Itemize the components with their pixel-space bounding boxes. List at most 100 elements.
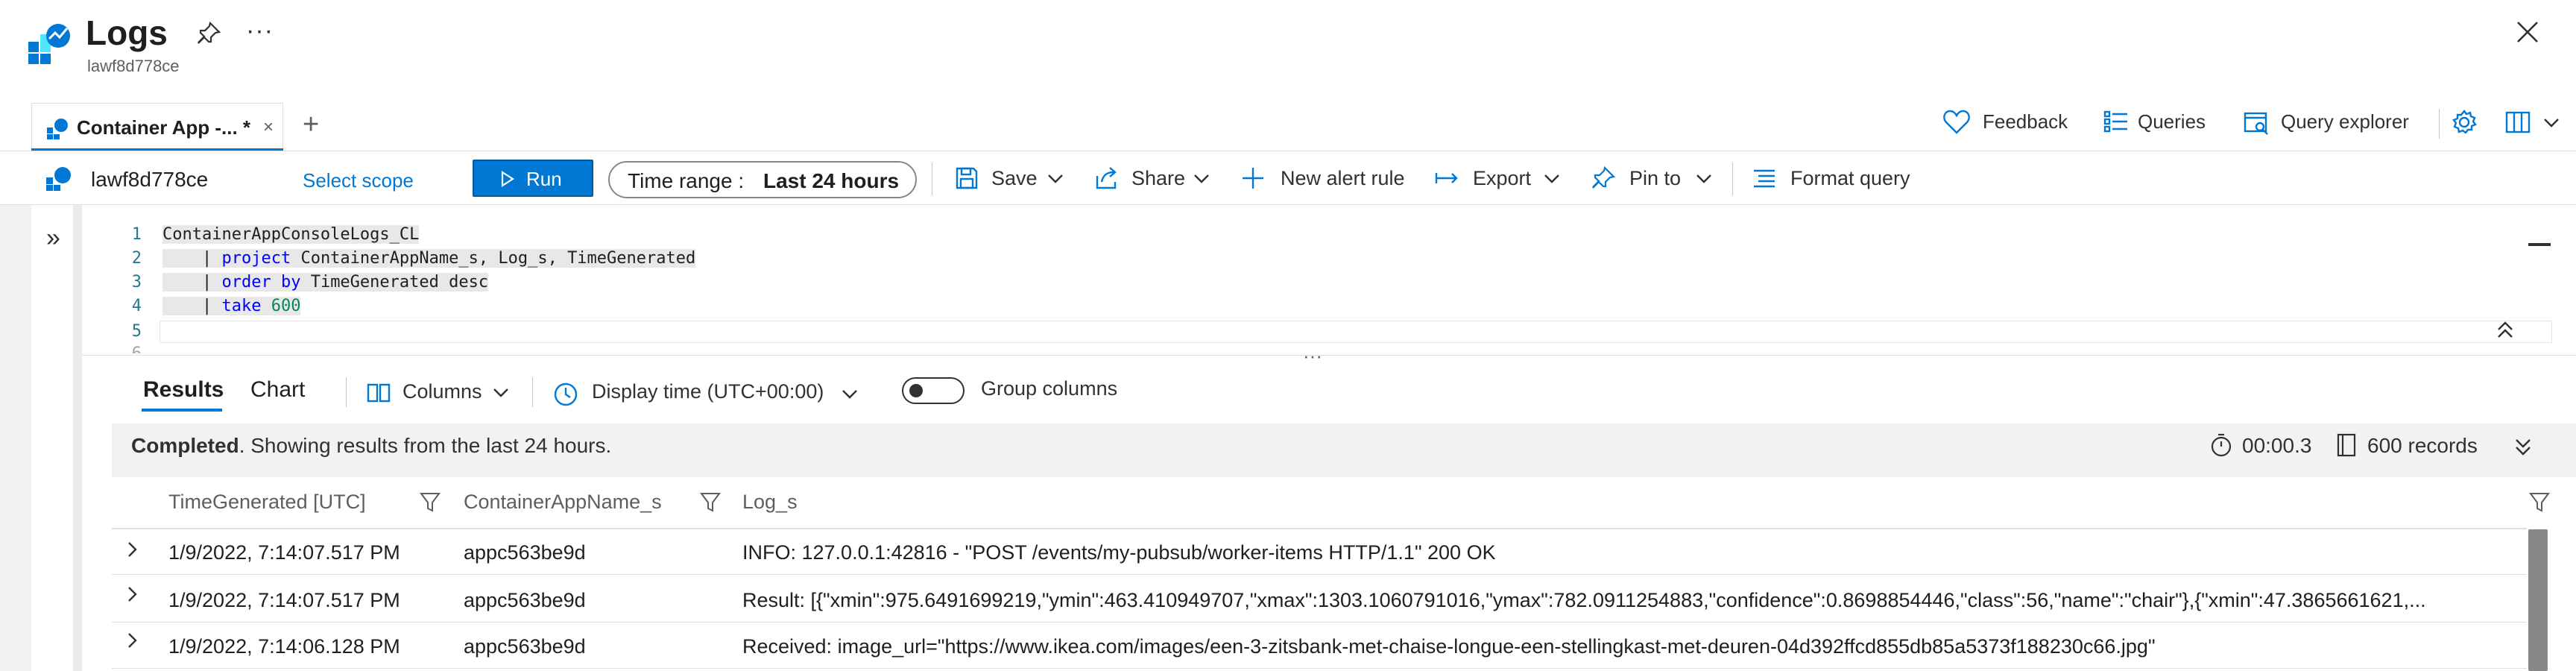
group-columns-toggle[interactable] — [902, 377, 965, 404]
book-icon[interactable] — [2504, 109, 2531, 136]
display-time-button[interactable]: Display time (UTC+00:00) — [592, 380, 824, 403]
workspace-subtitle: lawf8d778ce — [87, 57, 180, 75]
pin-icon — [1591, 166, 1616, 191]
save-button[interactable]: Save — [991, 167, 1038, 190]
workspace-icon — [46, 166, 72, 191]
run-button[interactable]: Run — [473, 160, 593, 197]
toggle-knob — [909, 384, 923, 397]
left-nav-strip — [0, 205, 31, 671]
row-divider — [112, 668, 2527, 669]
more-options-icon[interactable]: ··· — [246, 16, 274, 45]
table-cell-time: 1/9/2022, 7:14:06.128 PM — [168, 635, 400, 658]
stopwatch-icon — [2209, 432, 2233, 458]
table-cell-time: 1/9/2022, 7:14:07.517 PM — [168, 589, 400, 611]
kql-keyword: take — [221, 297, 262, 315]
query-duration: 00:00.3 — [2242, 434, 2312, 457]
editor-divider — [82, 355, 2576, 356]
row-expand-icon[interactable] — [125, 631, 140, 655]
expand-pane-icon[interactable]: » — [46, 224, 60, 253]
pin-to-button[interactable]: Pin to — [1629, 167, 1681, 190]
run-label: Run — [526, 168, 562, 190]
table-cell-log: Received: image_url="https://www.ikea.co… — [742, 635, 2156, 658]
columns-icon — [367, 382, 391, 404]
code-line-2[interactable]: | project ContainerAppName_s, Log_s, Tim… — [162, 249, 696, 268]
filter-icon[interactable] — [699, 491, 722, 513]
toolbar-divider — [1732, 163, 1733, 195]
line-number: 3 — [131, 273, 142, 292]
chevron-down-icon[interactable] — [1045, 166, 1066, 191]
column-header-log[interactable]: Log_s — [742, 491, 798, 514]
tab-label: Container App -... * — [77, 116, 251, 139]
log-analytics-logo-icon — [28, 19, 73, 66]
status-completed: Completed — [131, 434, 239, 457]
new-alert-rule-button[interactable]: New alert rule — [1281, 167, 1405, 190]
kql-keyword: order by — [221, 273, 301, 292]
chevron-down-icon[interactable] — [490, 382, 511, 404]
columns-button[interactable]: Columns — [402, 380, 482, 403]
column-header-timegenerated[interactable]: TimeGenerated [UTC] — [168, 491, 366, 514]
query-explorer-button[interactable]: Query explorer — [2281, 110, 2409, 133]
line-number: 6 — [119, 344, 142, 353]
toolbar-divider-line — [0, 204, 2576, 205]
current-line-highlight — [160, 321, 2552, 343]
chevron-down-icon[interactable] — [1541, 166, 1562, 191]
chevron-down-icon[interactable] — [2540, 109, 2563, 136]
table-cell-log: Result: [{"xmin":975.6491699219,"ymin":4… — [742, 589, 2426, 611]
row-divider — [112, 622, 2527, 623]
line-number: 2 — [131, 249, 142, 268]
select-scope-link[interactable]: Select scope — [303, 169, 414, 192]
table-cell-app: appc563be9d — [464, 635, 586, 658]
record-count: 600 records — [2367, 434, 2478, 457]
resize-grip-icon[interactable]: ··· — [1303, 344, 1322, 368]
table-cell-time: 1/9/2022, 7:14:07.517 PM — [168, 541, 400, 564]
toolbar-divider — [2439, 109, 2440, 139]
share-button[interactable]: Share — [1131, 167, 1185, 190]
code-line-4[interactable]: | take 600 — [162, 297, 301, 315]
group-columns-label: Group columns — [981, 377, 1118, 400]
query-tab-icon — [47, 117, 69, 139]
filter-icon[interactable] — [2528, 491, 2551, 513]
status-message: . Showing results from the last 24 hours… — [239, 434, 612, 457]
vertical-scrollbar[interactable] — [2528, 529, 2548, 671]
close-icon[interactable] — [2515, 19, 2540, 45]
filter-icon[interactable] — [419, 491, 441, 513]
minimap-marker — [2528, 243, 2551, 246]
new-tab-button[interactable]: + — [303, 109, 319, 141]
side-pane — [31, 205, 82, 671]
table-cell-app: appc563be9d — [464, 589, 586, 611]
format-query-icon — [1752, 166, 1777, 191]
save-icon — [954, 166, 979, 191]
chevron-down-icon[interactable] — [1693, 166, 1714, 191]
plus-icon — [1240, 166, 1266, 191]
time-range-label: Time range : — [628, 169, 745, 192]
records-icon — [2336, 432, 2357, 458]
format-query-button[interactable]: Format query — [1790, 167, 1910, 190]
export-button[interactable]: Export — [1473, 167, 1531, 190]
time-range-picker[interactable]: Time range : Last 24 hours — [608, 161, 917, 198]
export-icon — [1434, 166, 1459, 191]
column-header-containerappname[interactable]: ContainerAppName_s — [464, 491, 662, 514]
query-explorer-icon — [2244, 109, 2270, 136]
line-number: 1 — [131, 225, 142, 244]
tab-results[interactable]: Results — [143, 377, 224, 403]
feedback-button[interactable]: Feedback — [1983, 110, 2068, 133]
queries-button[interactable]: Queries — [2138, 110, 2206, 133]
row-divider — [112, 574, 2527, 575]
code-line-3[interactable]: | order by TimeGenerated desc — [162, 273, 489, 292]
queries-list-icon — [2103, 109, 2130, 136]
pin-icon[interactable] — [195, 20, 222, 47]
chevron-down-icon[interactable] — [839, 383, 860, 406]
chevron-down-icon[interactable] — [1191, 166, 1212, 191]
kql-keyword: project — [221, 249, 291, 268]
code-line-1[interactable]: ContainerAppConsoleLogs_CL — [162, 225, 420, 244]
collapse-status-icon[interactable] — [2513, 437, 2533, 458]
tab-close-icon[interactable]: × — [263, 117, 274, 138]
gear-icon[interactable] — [2451, 109, 2478, 136]
collapse-editor-icon[interactable] — [2496, 319, 2515, 345]
table-cell-app: appc563be9d — [464, 541, 586, 564]
play-icon — [501, 169, 515, 192]
tab-container-app-query[interactable]: Container App -... * × — [31, 103, 283, 151]
tab-chart[interactable]: Chart — [250, 377, 305, 403]
row-expand-icon[interactable] — [125, 585, 140, 609]
row-expand-icon[interactable] — [125, 540, 140, 564]
